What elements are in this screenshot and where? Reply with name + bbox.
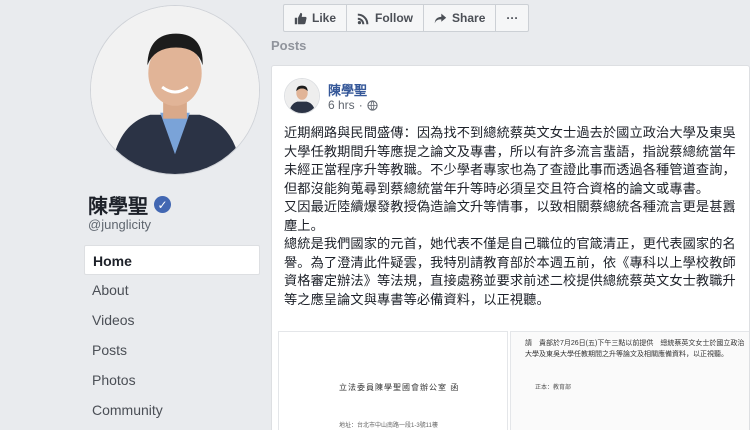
attachment-right-text: 請 貴部於7月26日(五)下午三點以前提供 總統蔡英文女士於國立政治大學及東吳大… <box>525 340 745 358</box>
more-dots-icon: ··· <box>506 11 519 25</box>
rss-icon <box>357 13 369 24</box>
page-handle[interactable]: @junglicity <box>88 217 151 232</box>
attachment-left-title: 立法委員陳學聖國會辦公室 函 <box>339 383 460 392</box>
post-paragraph: 近期網路與民間盛傳：因為找不到總統蔡英文女士過去於國立政治大學及東吳大學任教期間… <box>284 125 736 196</box>
attachment-left-address: 地址：台北市中山南路一段1-3號11樓 <box>339 423 438 429</box>
nav-item-community[interactable]: Community <box>84 395 260 425</box>
page-nav: Home About Videos Posts Photos Community <box>84 245 260 425</box>
profile-photo <box>91 6 259 174</box>
post-author-avatar[interactable] <box>284 78 320 114</box>
attachment-right-sign: 正本：教育部 <box>535 385 572 391</box>
nav-item-posts[interactable]: Posts <box>84 335 260 365</box>
attachment-image-left[interactable]: 立法委員陳學聖國會辦公室 函 地址：台北市中山南路一段1-3號11樓 <box>278 331 508 430</box>
nav-item-about[interactable]: About <box>84 275 260 305</box>
nav-item-photos[interactable]: Photos <box>84 365 260 395</box>
page-name[interactable]: 陳學聖 ✓ <box>88 190 171 219</box>
nav-item-home[interactable]: Home <box>84 245 260 275</box>
follow-label: Follow <box>375 11 414 25</box>
posts-heading: Posts <box>271 38 307 53</box>
profile-picture[interactable] <box>90 5 260 175</box>
page-action-bar: Like Follow Share ··· <box>283 4 530 32</box>
follow-button[interactable]: Follow <box>347 5 425 31</box>
thumbs-up-icon <box>294 12 307 24</box>
page-name-text: 陳學聖 <box>88 196 148 218</box>
post-paragraph: 又因最近陸續爆發教授偽造論文升等情事，以致相關蔡總統各種流言更是甚囂塵上。 <box>284 199 736 233</box>
globe-icon[interactable] <box>367 99 378 111</box>
meta-separator: · <box>358 98 363 112</box>
post-author-name[interactable]: 陳學聖 <box>328 80 367 99</box>
post-card: 陳學聖 6 hrs · 近期網路與民間盛傳：因為找不到總統蔡英文女士過去於國立政… <box>271 65 750 430</box>
share-button[interactable]: Share <box>424 5 497 31</box>
attachment-image-right[interactable]: 請 貴部於7月26日(五)下午三點以前提供 總統蔡英文女士於國立政治大學及東吳大… <box>510 331 749 430</box>
like-button[interactable]: Like <box>284 5 348 31</box>
post-timestamp[interactable]: 6 hrs <box>328 98 355 112</box>
verified-badge-icon: ✓ <box>154 196 171 213</box>
share-arrow-icon <box>434 13 447 23</box>
like-label: Like <box>312 11 337 25</box>
post-meta: 6 hrs · <box>328 98 378 112</box>
nav-item-videos[interactable]: Videos <box>84 305 260 335</box>
avatar-photo <box>285 79 319 113</box>
post-paragraph: 總統是我們國家的元首，她代表不僅是自己職位的官箴清正，更代表國家的名譽。為了澄清… <box>284 236 736 307</box>
post-body: 近期網路與民間盛傳：因為找不到總統蔡英文女士過去於國立政治大學及東吳大學任教期間… <box>284 124 742 309</box>
more-options-button[interactable]: ··· <box>496 5 528 31</box>
share-label: Share <box>452 11 486 25</box>
